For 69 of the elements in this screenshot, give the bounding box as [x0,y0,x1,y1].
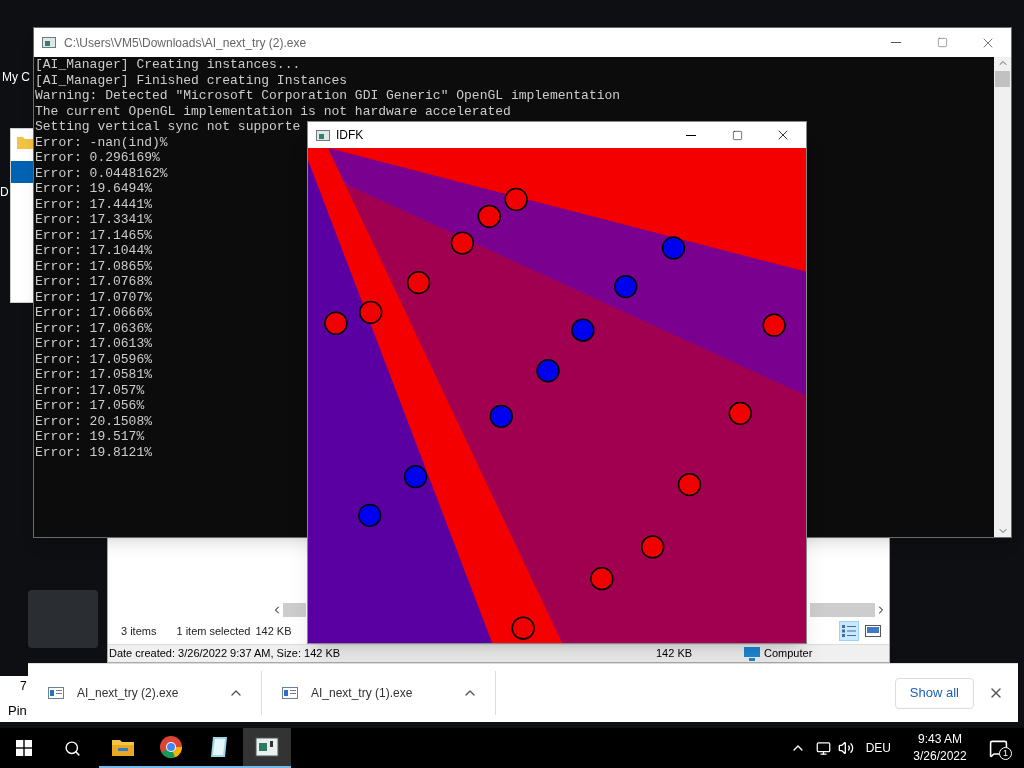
console-line: Error: 19.6494% [35,181,153,197]
location-label: Computer [764,646,813,662]
desktop-icon-label: Pin [8,702,27,720]
console-line: Error: 17.3341% [35,212,153,228]
scrollbar-track[interactable] [810,603,875,617]
console-line: Error: 17.1465% [35,227,153,243]
file-icon [282,687,298,699]
console-line: Error: 17.1044% [35,243,153,259]
console-line: Error: 0.296169% [35,150,160,166]
notifications-icon[interactable] [989,738,1008,758]
selection-count: 1 item selected [176,623,251,639]
console-line: Error: 17.0636% [35,320,153,336]
window-title: IDFK [336,127,364,144]
console-line: Error: 17.0596% [35,351,153,367]
console-line: Error: 19.517% [35,429,145,445]
console-line: Error: 17.0666% [35,305,153,321]
console-line: Error: 17.056% [35,398,145,414]
notification-count: 1 [999,746,1012,760]
console-line: The current OpenGL implementation is not hardware accelerated [35,103,511,119]
app-icon [316,129,330,141]
console-line: Warning: Detected "Microsoft Corporation GDI Generic" OpenGL implementation [35,88,621,104]
console-line: Error: 17.4441% [35,196,153,212]
console-line: Error: 19.8121% [35,444,153,460]
details-view-button[interactable] [839,621,859,641]
console-line: Error: 17.057% [35,382,145,398]
console-line: [AI_Manager] Finished creating Instances [35,72,348,88]
minimize-icon [891,42,901,43]
maximize-icon [936,37,948,48]
console-window-icon [255,737,279,757]
desktop-icon-label: 7 [20,678,27,695]
scrollbar-thumb[interactable] [995,71,1010,87]
selection-size: 142 KB [255,623,292,639]
minimize-icon [686,134,696,136]
maximize-icon [731,129,743,141]
language-indicator[interactable]: DEU [865,739,891,757]
folder-icon [17,137,33,149]
console-line: Error: 17.0707% [35,289,153,305]
scrollbar[interactable] [994,57,1011,537]
desktop-icon-label: D [0,184,9,201]
window-title: C:\Users\VM5\Downloads\AI_next_try (2).exe [64,34,307,52]
browser-icon [159,735,183,759]
clock[interactable]: 9:43 AM 3/26/2022 [905,731,975,765]
download-item[interactable]: AI_next_try (2).exe [77,684,179,702]
console-line: Error: 17.0581% [35,367,153,383]
windows-start-icon[interactable] [16,740,32,756]
folder-icon [111,737,135,757]
console-line: Error: -nan(ind)% [35,134,168,150]
console-line: [AI_Manager] Creating instances... [35,57,301,73]
file-size: 142 KB [656,646,694,662]
app-icon [42,37,56,48]
console-line: Error: 17.0865% [35,258,153,274]
network-icon[interactable] [815,740,831,756]
console-line: Setting vertical sync not supporte [35,119,301,135]
download-item[interactable]: AI_next_try (1).exe [311,684,413,702]
console-line: Error: 17.0768% [35,274,153,290]
search-icon[interactable] [64,739,81,757]
taskbar-app-button[interactable] [243,728,291,768]
console-line: Error: 0.0448162% [35,165,168,181]
file-details: Date created: 3/26/2022 9:37 AM, Size: 142 KB [109,646,342,662]
file-icon [48,687,64,699]
desktop-icon-label: My C [2,69,30,86]
recycle-bin-icon [28,590,98,648]
computer-icon [744,646,760,661]
show-all-button[interactable]: Show all [894,677,974,709]
item-count: 3 items [121,623,157,639]
scrollbar-track[interactable] [283,603,306,617]
volume-icon[interactable] [837,740,854,756]
console-line: Error: 20.1508% [35,413,153,429]
console-line: Error: 17.0613% [35,336,153,352]
